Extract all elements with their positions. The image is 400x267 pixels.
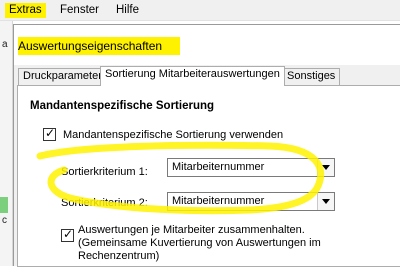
properties-dialog: Auswertungseigenschaften Druckparameter … [13,24,400,267]
use-sorting-label: Mandantenspezifische Sortierung verwende… [63,129,284,141]
keep-together-line2: (Gemeinsame Kuvertierung von Auswertunge… [78,237,321,262]
criterion2-value: Mitarbeiternummer [172,195,265,207]
criterion1-value: Mitarbeiternummer [172,161,265,173]
criterion1-label: Sortierkriterium 1: [61,166,148,178]
background-text-fragment: c [2,215,7,226]
criterion1-select[interactable]: Mitarbeiternummer [167,158,335,177]
chevron-down-icon[interactable] [317,159,334,176]
tab-strip: Druckparameter Sortierung Mitarbeiteraus… [14,65,400,86]
group-title: Mandantenspezifische Sortierung [30,100,215,112]
criterion2-label: Sortierkriterium 2: [61,197,148,209]
tab-sonstiges[interactable]: Sonstiges [282,68,341,85]
use-sorting-checkbox[interactable] [43,126,56,141]
tab-sortierung-mitarbeiterauswertungen[interactable]: Sortierung Mitarbeiterauswertungen [100,66,285,86]
keep-together-line1: Auswertungen je Mitarbeiter zusammenhalt… [78,224,305,236]
chevron-down-icon[interactable] [317,193,334,210]
menu-hilfe[interactable]: Hilfe [116,3,139,18]
menu-fenster[interactable]: Fenster [60,3,99,18]
menu-bar: Extras Fenster Hilfe [0,0,400,21]
keep-together-checkbox[interactable] [61,227,74,242]
background-green-marker [0,197,8,213]
dialog-titlebar: Auswertungseigenschaften [14,25,400,65]
tab-druckparameter[interactable]: Druckparameter [18,68,107,85]
dialog-title: Auswertungseigenschaften [18,37,181,55]
background-app-strip: a c [0,21,13,266]
criterion2-select[interactable]: Mitarbeiternummer [167,192,335,211]
menu-extras[interactable]: Extras [5,3,46,18]
background-text-fragment: a [2,39,8,50]
tab-panel-sortierung: Mandantenspezifische Sortierung Mandante… [17,85,400,267]
